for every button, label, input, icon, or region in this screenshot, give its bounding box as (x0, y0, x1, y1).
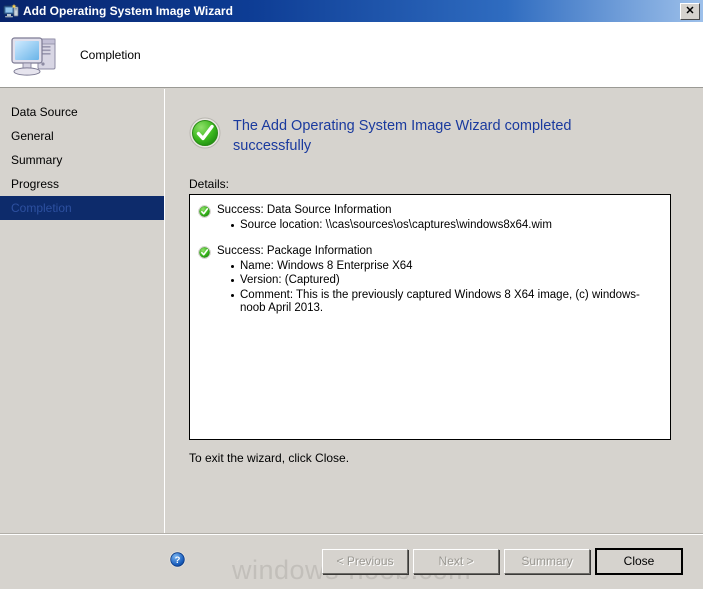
details-label: Details: (189, 177, 230, 191)
summary-button[interactable]: Summary (504, 549, 590, 574)
completion-pane: The Add Operating System Image Wizard co… (168, 89, 703, 534)
next-button[interactable]: Next > (413, 549, 499, 574)
detail-heading-row: Success: Package Information (198, 245, 662, 259)
close-icon: ✕ (685, 4, 695, 17)
success-check-icon (189, 117, 221, 149)
wizard-step-list: Data Source General Summary Progress Com… (0, 89, 164, 589)
wizard-computer-icon (3, 3, 19, 19)
list-item: Name: Windows 8 Enterprise X64 (231, 260, 662, 274)
page-title: The Add Operating System Image Wizard co… (233, 118, 572, 154)
sidebar-item-progress[interactable]: Progress (0, 172, 164, 196)
computer-icon (8, 29, 64, 81)
sidebar-item-completion[interactable]: Completion (0, 196, 164, 220)
wizard-header: Completion (0, 22, 703, 88)
close-window-button[interactable]: ✕ (680, 2, 700, 20)
exit-instruction: To exit the wizard, click Close. (189, 451, 350, 465)
detail-group-package: Success: Package Information Name: Windo… (198, 245, 662, 316)
list-item: Source location: \\cas\sources\os\captur… (231, 219, 662, 233)
success-check-icon (198, 245, 211, 259)
header-title: Completion (80, 47, 141, 62)
success-check-icon (198, 205, 211, 218)
sidebar-item-general[interactable]: General (0, 124, 164, 148)
detail-bullet-list: Name: Windows 8 Enterprise X64 Version: … (198, 260, 662, 316)
detail-bullet-list: Source location: \\cas\sources\os\captur… (198, 219, 662, 233)
detail-heading: Success: Package Information (217, 244, 373, 257)
previous-button[interactable]: < Previous (322, 549, 408, 574)
window-title: Add Operating System Image Wizard (23, 4, 233, 18)
sidebar-item-data-source[interactable]: Data Source (0, 100, 164, 124)
details-box[interactable]: Success: Data Source Information Source … (189, 194, 671, 440)
sidebar-item-summary[interactable]: Summary (0, 148, 164, 172)
help-question-icon[interactable]: ? (169, 551, 186, 568)
title-bar: Add Operating System Image Wizard ✕ (0, 0, 703, 22)
close-button[interactable]: Close (596, 549, 682, 574)
list-item: Comment: This is the previously captured… (231, 289, 662, 316)
list-item: Version: (Captured) (231, 274, 662, 288)
result-banner: The Add Operating System Image Wizard co… (189, 116, 679, 156)
detail-heading-row: Success: Data Source Information (198, 204, 662, 218)
wizard-window: Add Operating System Image Wizard ✕ Comp… (0, 0, 703, 589)
detail-heading: Success: Data Source Information (217, 204, 392, 216)
svg-text:?: ? (175, 555, 181, 566)
detail-group-data-source: Success: Data Source Information Source … (198, 204, 662, 233)
